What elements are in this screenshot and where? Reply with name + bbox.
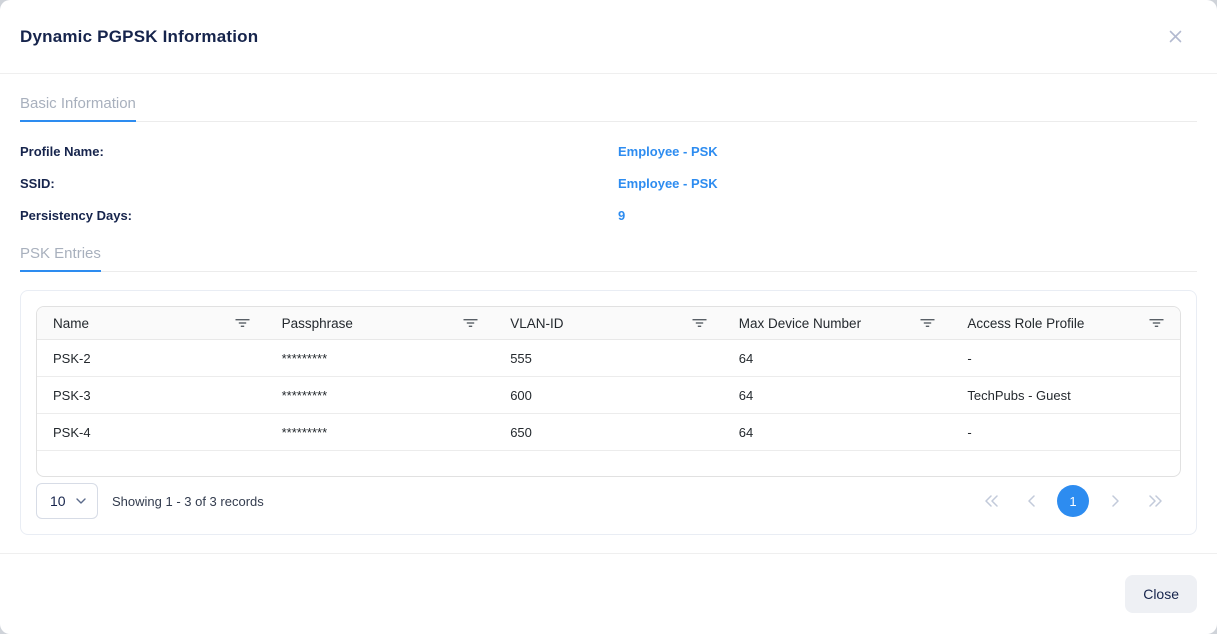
cell-access-role-profile: - <box>951 414 1180 450</box>
column-header-vlan-id: VLAN-ID <box>494 307 723 339</box>
dynamic-pgpsk-dialog: Dynamic PGPSK Information Basic Informat… <box>0 0 1217 634</box>
cell-passphrase: ********* <box>266 414 495 450</box>
pager: 1 <box>977 485 1181 517</box>
column-label: Passphrase <box>282 316 353 331</box>
previous-page-button[interactable] <box>1017 487 1045 515</box>
field-label: Persistency Days: <box>20 208 618 223</box>
last-page-button[interactable] <box>1141 487 1169 515</box>
cell-name: PSK-3 <box>37 377 266 413</box>
psk-entries-table: Name Passphrase VLAN-ID <box>36 306 1181 477</box>
cell-name: PSK-2 <box>37 340 266 376</box>
cell-vlan-id: 555 <box>494 340 723 376</box>
cell-max-device-number: 64 <box>723 377 952 413</box>
column-label: VLAN-ID <box>510 316 563 331</box>
column-label: Max Device Number <box>739 316 861 331</box>
psk-entries-card: Name Passphrase VLAN-ID <box>20 290 1197 535</box>
cell-access-role-profile: TechPubs - Guest <box>951 377 1180 413</box>
field-persistency-days: Persistency Days: 9 <box>20 199 1197 231</box>
field-value: Employee - PSK <box>618 176 718 191</box>
records-summary: Showing 1 - 3 of 3 records <box>112 494 264 509</box>
basic-information-fields: Profile Name: Employee - PSK SSID: Emplo… <box>20 135 1197 231</box>
table-row[interactable]: PSK-2 ********* 555 64 - <box>37 340 1180 376</box>
column-header-access-role-profile: Access Role Profile <box>951 307 1180 339</box>
field-value: Employee - PSK <box>618 144 718 159</box>
filter-icon[interactable] <box>463 317 478 329</box>
chevron-down-icon <box>76 498 86 504</box>
dialog-body: Basic Information Profile Name: Employee… <box>0 74 1217 553</box>
close-button[interactable]: Close <box>1125 575 1197 613</box>
cell-access-role-profile: - <box>951 340 1180 376</box>
table-row[interactable]: PSK-3 ********* 600 64 TechPubs - Guest <box>37 376 1180 413</box>
column-label: Name <box>53 316 89 331</box>
basic-information-section-header: Basic Information <box>20 96 1197 122</box>
cell-max-device-number: 64 <box>723 340 952 376</box>
field-value: 9 <box>618 208 625 223</box>
table-empty-space <box>37 450 1180 476</box>
page-number-current[interactable]: 1 <box>1057 485 1089 517</box>
field-label: Profile Name: <box>20 144 618 159</box>
dialog-footer: Close <box>0 553 1217 634</box>
psk-entries-title: PSK Entries <box>20 246 101 272</box>
cell-max-device-number: 64 <box>723 414 952 450</box>
field-label: SSID: <box>20 176 618 191</box>
column-header-max-device-number: Max Device Number <box>723 307 952 339</box>
cell-vlan-id: 600 <box>494 377 723 413</box>
filter-icon[interactable] <box>920 317 935 329</box>
table-header-row: Name Passphrase VLAN-ID <box>37 307 1180 340</box>
dialog-header: Dynamic PGPSK Information <box>0 0 1217 74</box>
psk-entries-section-header: PSK Entries <box>20 246 1197 272</box>
filter-icon[interactable] <box>1149 317 1164 329</box>
page-size-select[interactable]: 10 <box>36 483 98 519</box>
field-ssid: SSID: Employee - PSK <box>20 167 1197 199</box>
dialog-title: Dynamic PGPSK Information <box>20 27 258 47</box>
pagination-bar: 10 Showing 1 - 3 of 3 records 1 <box>36 483 1181 519</box>
field-profile-name: Profile Name: Employee - PSK <box>20 135 1197 167</box>
basic-information-title: Basic Information <box>20 96 136 122</box>
page-size-value: 10 <box>50 493 66 509</box>
cell-name: PSK-4 <box>37 414 266 450</box>
column-label: Access Role Profile <box>967 316 1084 331</box>
cell-passphrase: ********* <box>266 340 495 376</box>
next-page-button[interactable] <box>1101 487 1129 515</box>
cell-vlan-id: 650 <box>494 414 723 450</box>
column-header-name: Name <box>37 307 266 339</box>
filter-icon[interactable] <box>235 317 250 329</box>
first-page-button[interactable] <box>977 487 1005 515</box>
filter-icon[interactable] <box>692 317 707 329</box>
cell-passphrase: ********* <box>266 377 495 413</box>
close-icon[interactable] <box>1161 23 1189 51</box>
column-header-passphrase: Passphrase <box>266 307 495 339</box>
table-row[interactable]: PSK-4 ********* 650 64 - <box>37 413 1180 450</box>
